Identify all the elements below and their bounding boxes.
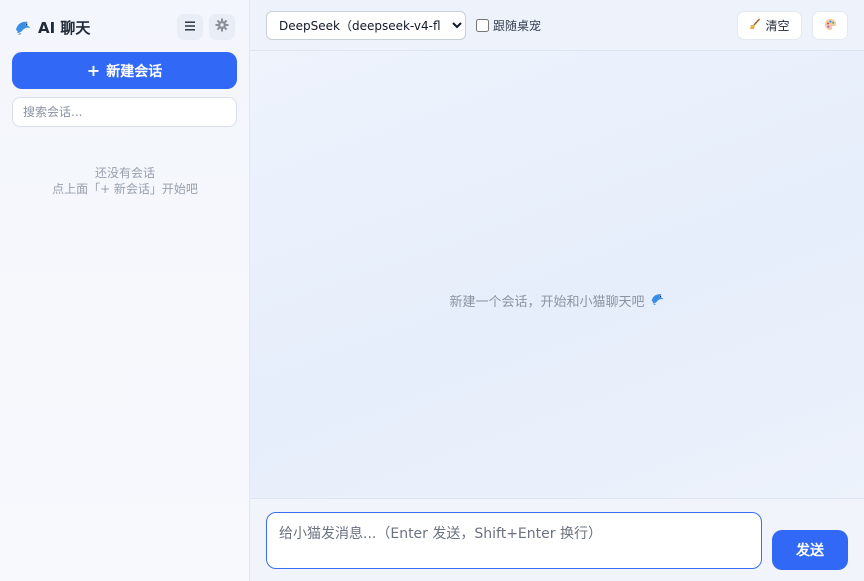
chat-area: 新建一个会话，开始和小猫聊天吧 [250, 51, 864, 498]
menu-icon [184, 20, 196, 35]
sidebar: AI 聊天 + 新建会话 搜索会话... 还没有会话 点上面「+ 新会话」开始吧 [0, 0, 250, 581]
model-select[interactable]: DeepSeek（deepseek-v4-flash） [266, 11, 466, 40]
follow-pet-label: 跟随桌宠 [493, 19, 542, 33]
brand: AI 聊天 [14, 15, 90, 39]
new-chat-button[interactable]: + 新建会话 [12, 52, 237, 89]
dolphin-icon [14, 18, 32, 36]
composer: 发送 [250, 498, 864, 581]
broom-icon [749, 18, 761, 33]
plus-icon: + [86, 61, 101, 80]
empty-conversations-line2: 点上面「+ 新会话」开始吧 [52, 182, 198, 196]
app-window: AI 聊天 + 新建会话 搜索会话... 还没有会话 点上面「+ 新会话」开始吧… [0, 0, 864, 581]
dolphin-icon [650, 291, 665, 310]
follow-pet-checkbox[interactable] [476, 19, 489, 32]
empty-chat-hint: 新建一个会话，开始和小猫聊天吧 [250, 291, 864, 310]
gear-icon [215, 18, 229, 36]
send-button[interactable]: 发送 [772, 530, 848, 570]
main-panel: DeepSeek（deepseek-v4-flash） 跟随桌宠 清空 新建一个… [250, 0, 864, 581]
message-input[interactable] [266, 512, 762, 569]
empty-conversations-line1: 还没有会话 [94, 166, 155, 180]
palette-icon [824, 18, 837, 34]
app-title: AI 聊天 [38, 18, 91, 37]
new-chat-label: 新建会话 [106, 63, 163, 80]
settings-button[interactable] [209, 14, 235, 40]
empty-chat-text: 新建一个会话，开始和小猫聊天吧 [449, 295, 645, 310]
clear-label: 清空 [765, 19, 790, 33]
clear-button[interactable]: 清空 [737, 11, 802, 40]
theme-button[interactable] [812, 11, 848, 40]
search-input[interactable] [12, 97, 237, 127]
top-bar: DeepSeek（deepseek-v4-flash） 跟随桌宠 清空 [250, 0, 864, 51]
menu-button[interactable] [177, 14, 203, 40]
empty-conversations: 还没有会话 点上面「+ 新会话」开始吧 [0, 165, 250, 197]
follow-pet-toggle[interactable]: 跟随桌宠 [476, 17, 541, 34]
